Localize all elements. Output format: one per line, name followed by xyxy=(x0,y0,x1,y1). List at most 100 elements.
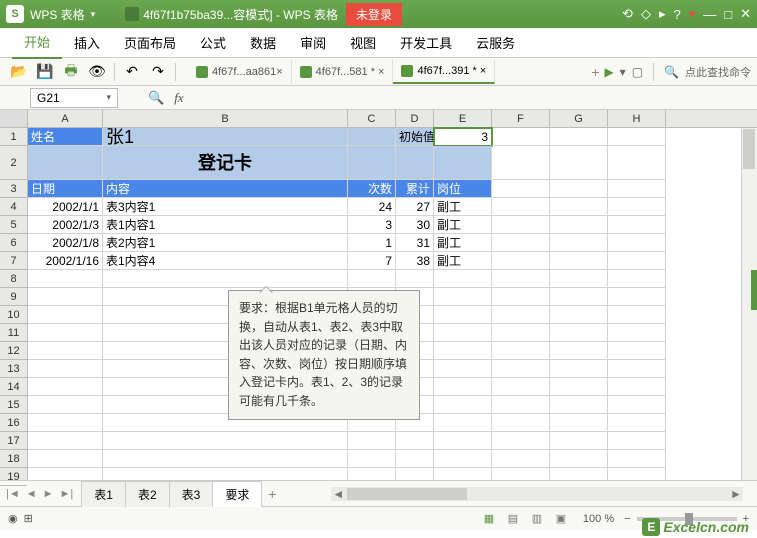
cell-C6[interactable]: 1 xyxy=(348,234,396,252)
cell-E16[interactable] xyxy=(434,414,492,432)
page-layout-view-icon[interactable]: ▤ xyxy=(503,511,523,527)
cell-H8[interactable] xyxy=(608,270,666,288)
maximize-button[interactable]: □ xyxy=(724,7,732,22)
cell-G17[interactable] xyxy=(550,432,608,450)
cell-B18[interactable] xyxy=(103,450,348,468)
cell-E15[interactable] xyxy=(434,396,492,414)
horizontal-scrollbar[interactable]: ◄ ► xyxy=(291,487,743,501)
cell-F10[interactable] xyxy=(492,306,550,324)
cell-F16[interactable] xyxy=(492,414,550,432)
tab-right-arrow-icon[interactable]: ▶ xyxy=(604,65,613,79)
cell-C5[interactable]: 3 xyxy=(348,216,396,234)
close-button[interactable]: ✕ xyxy=(740,6,751,22)
name-box[interactable]: G21▾ xyxy=(30,88,118,108)
cell-C1[interactable] xyxy=(348,128,396,146)
cell-D2[interactable] xyxy=(396,146,434,180)
print-icon[interactable]: 🖶 xyxy=(61,62,81,82)
cell-G8[interactable] xyxy=(550,270,608,288)
open-icon[interactable]: 📂 xyxy=(9,62,29,82)
cell-H6[interactable] xyxy=(608,234,666,252)
menu-8[interactable]: 云服务 xyxy=(464,27,527,58)
cell-D6[interactable]: 31 xyxy=(396,234,434,252)
cell-B5[interactable]: 表1内容1 xyxy=(103,216,348,234)
cell-F15[interactable] xyxy=(492,396,550,414)
menu-4[interactable]: 数据 xyxy=(238,27,288,58)
cell-G1[interactable] xyxy=(550,128,608,146)
doc-tab-2[interactable]: 4f67f...391 * × xyxy=(393,60,495,84)
cell-D19[interactable] xyxy=(396,468,434,480)
cell-G2[interactable] xyxy=(550,146,608,180)
zoom-out-button[interactable]: − xyxy=(624,513,630,525)
cell-A5[interactable]: 2002/1/3 xyxy=(28,216,103,234)
cell-C3[interactable]: 次数 xyxy=(348,180,396,198)
cell-B17[interactable] xyxy=(103,432,348,450)
cell-A8[interactable] xyxy=(28,270,103,288)
search-placeholder[interactable]: 点此查找命令 xyxy=(685,64,751,80)
row-header-6[interactable]: 6 xyxy=(0,234,27,252)
cell-F13[interactable] xyxy=(492,360,550,378)
menu-5[interactable]: 审阅 xyxy=(288,27,338,58)
side-panel-tab[interactable] xyxy=(751,270,757,310)
cell-D4[interactable]: 27 xyxy=(396,198,434,216)
cell-D17[interactable] xyxy=(396,432,434,450)
cell-E18[interactable] xyxy=(434,450,492,468)
cell-B4[interactable]: 表3内容1 xyxy=(103,198,348,216)
cell-H11[interactable] xyxy=(608,324,666,342)
menu-3[interactable]: 公式 xyxy=(188,27,238,58)
cell-B3[interactable]: 内容 xyxy=(103,180,348,198)
cell-F3[interactable] xyxy=(492,180,550,198)
row-header-16[interactable]: 16 xyxy=(0,414,27,432)
cell-H16[interactable] xyxy=(608,414,666,432)
cell-E13[interactable] xyxy=(434,360,492,378)
cell-H19[interactable] xyxy=(608,468,666,480)
cell-G16[interactable] xyxy=(550,414,608,432)
row-header-10[interactable]: 10 xyxy=(0,306,27,324)
cell-C8[interactable] xyxy=(348,270,396,288)
cell-F5[interactable] xyxy=(492,216,550,234)
row-header-8[interactable]: 8 xyxy=(0,270,27,288)
col-header-F[interactable]: F xyxy=(492,110,550,127)
cell-G11[interactable] xyxy=(550,324,608,342)
cell-A14[interactable] xyxy=(28,378,103,396)
cell-F7[interactable] xyxy=(492,252,550,270)
cell-H4[interactable] xyxy=(608,198,666,216)
cell-A19[interactable] xyxy=(28,468,103,480)
cell-G5[interactable] xyxy=(550,216,608,234)
cell-A11[interactable] xyxy=(28,324,103,342)
cell-A18[interactable] xyxy=(28,450,103,468)
cell-A9[interactable] xyxy=(28,288,103,306)
cloud-icon[interactable]: ◇ xyxy=(641,6,651,22)
window-layout-icon[interactable]: ▢ xyxy=(632,65,643,79)
row-header-11[interactable]: 11 xyxy=(0,324,27,342)
cell-G14[interactable] xyxy=(550,378,608,396)
cell-G13[interactable] xyxy=(550,360,608,378)
cell-C2[interactable] xyxy=(348,146,396,180)
tab-list-icon[interactable]: ▾ xyxy=(620,65,626,79)
cell-F14[interactable] xyxy=(492,378,550,396)
redo-icon[interactable]: ↷ xyxy=(148,62,168,82)
cell-F8[interactable] xyxy=(492,270,550,288)
sheet-nav-first[interactable]: |◄ xyxy=(6,488,20,500)
cell-A3[interactable]: 日期 xyxy=(28,180,103,198)
cell-G19[interactable] xyxy=(550,468,608,480)
cell-B19[interactable] xyxy=(103,468,348,480)
cell-B1[interactable]: 张1 xyxy=(103,128,348,146)
cell-B7[interactable]: 表1内容4 xyxy=(103,252,348,270)
cell-E9[interactable] xyxy=(434,288,492,306)
cell-H9[interactable] xyxy=(608,288,666,306)
row-header-15[interactable]: 15 xyxy=(0,396,27,414)
cell-E17[interactable] xyxy=(434,432,492,450)
cell-G3[interactable] xyxy=(550,180,608,198)
overflow-icon[interactable]: ▾ xyxy=(689,6,696,22)
cell-H18[interactable] xyxy=(608,450,666,468)
cell-F6[interactable] xyxy=(492,234,550,252)
cell-E6[interactable]: 副工 xyxy=(434,234,492,252)
customize-status-icon[interactable]: ⊞ xyxy=(24,512,33,525)
doc-tab-1[interactable]: 4f67f...581 * × xyxy=(292,60,394,84)
cell-D3[interactable]: 累计 xyxy=(396,180,434,198)
cell-E8[interactable] xyxy=(434,270,492,288)
cell-F9[interactable] xyxy=(492,288,550,306)
cell-A15[interactable] xyxy=(28,396,103,414)
col-header-H[interactable]: H xyxy=(608,110,666,127)
cell-A6[interactable]: 2002/1/8 xyxy=(28,234,103,252)
